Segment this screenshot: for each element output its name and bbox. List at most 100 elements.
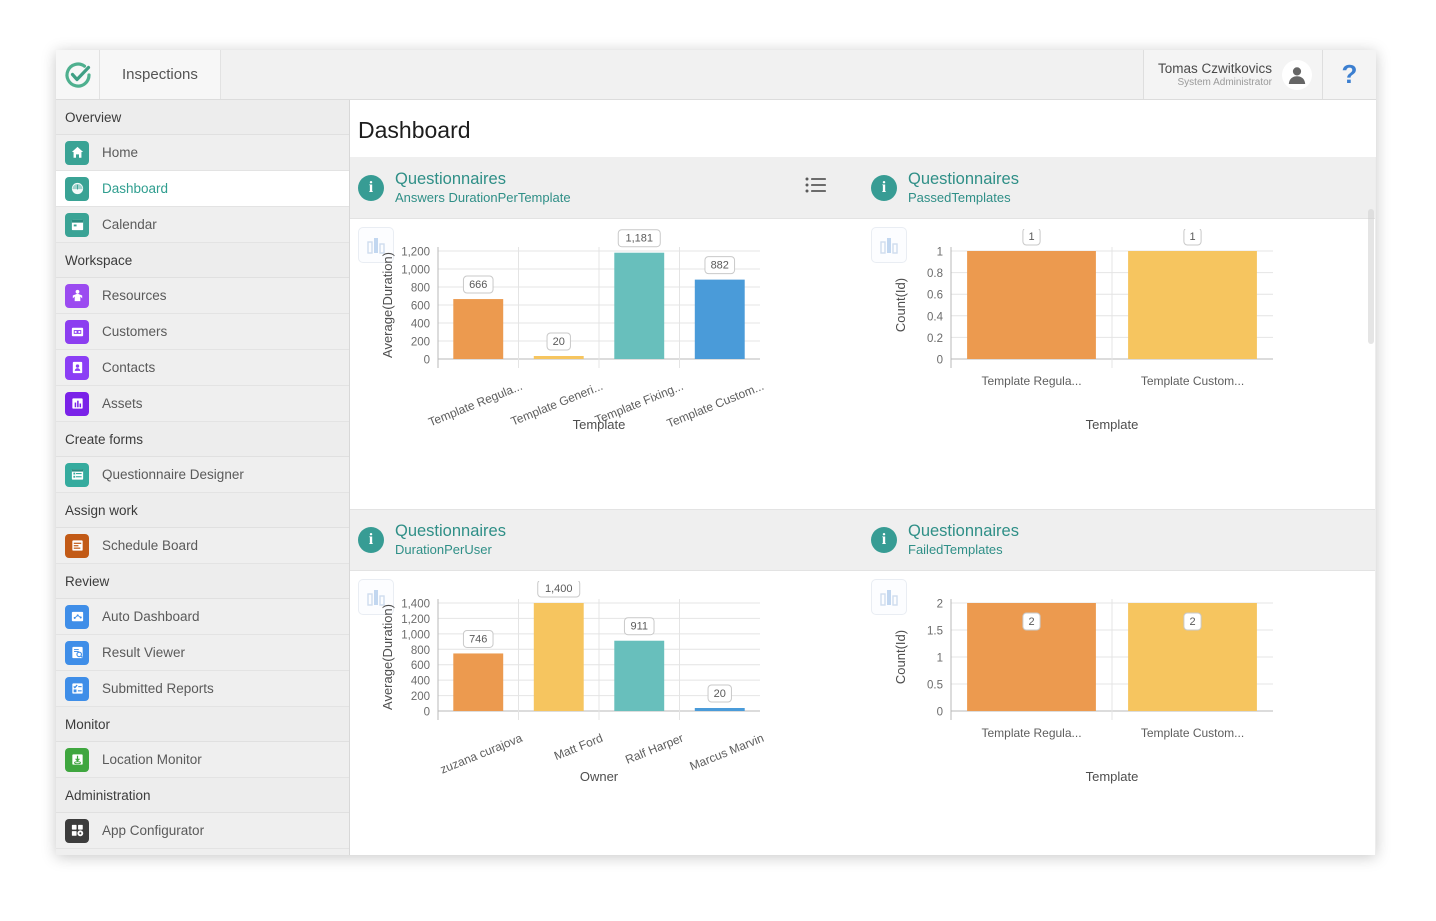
sidebar-item-location-monitor[interactable]: Location Monitor <box>56 742 349 778</box>
y-tick-label: 1,200 <box>401 247 430 259</box>
svg-text:2: 2 <box>1028 616 1034 628</box>
list-view-icon[interactable] <box>805 176 827 199</box>
y-axis-title: Count(Id) <box>893 630 908 684</box>
sidebar-item-calendar[interactable]: Calendar <box>56 207 349 243</box>
sidebar-item-customers[interactable]: Customers <box>56 314 349 350</box>
panel-title: Questionnaires <box>908 522 1019 541</box>
sidebar-item-dashboard[interactable]: Dashboard <box>56 171 349 207</box>
sidebar-item-label: Resources <box>102 288 167 303</box>
chart-svg-failed-templates: 0 0.5 1 1.5 2 2 Template Regula... 2 Template Cu… <box>893 599 1273 784</box>
person-icon <box>1288 66 1306 84</box>
svg-text:882: 882 <box>711 260 729 272</box>
bar[interactable] <box>694 708 745 711</box>
sidebar-item-assets[interactable]: Assets <box>56 386 349 422</box>
sidebar-item-resources[interactable]: Resources <box>56 278 349 314</box>
sidebar-item-label: Dashboard <box>102 181 169 196</box>
sidebar-item-submitted-reports[interactable]: Submitted Reports <box>56 671 349 707</box>
info-icon[interactable]: i <box>871 174 897 201</box>
bar[interactable] <box>967 251 1096 359</box>
vertical-scrollbar[interactable] <box>1368 209 1374 344</box>
sidebar-navigation[interactable]: Overview Home Dashboard Calendar Workspace Re… <box>56 100 350 855</box>
panel-header-answers-duration-per-template[interactable]: i Questionnaires Answers DurationPerTemp… <box>350 157 863 218</box>
sidebar-group-create-forms: Create forms <box>56 422 349 457</box>
bar-chart-duration-per-user[interactable]: 0 200 400 600 800 1,000 1,200 1,400 746 zuzana cu… <box>350 581 863 855</box>
help-button[interactable]: ? <box>1322 50 1376 99</box>
contacts-icon <box>65 355 89 380</box>
info-icon[interactable]: i <box>358 174 384 201</box>
data-label: 1,400 <box>537 581 581 598</box>
info-icon[interactable]: i <box>871 527 897 553</box>
bar[interactable] <box>694 279 745 359</box>
chart-cell-failed-templates: 0 0.5 1 1.5 2 2 Template Regula... 2 Template Cu… <box>863 571 1376 855</box>
y-tick-label: 600 <box>411 660 430 672</box>
y-tick-label: 0 <box>937 355 943 367</box>
panel-header-duration-per-user[interactable]: i Questionnaires DurationPerUser <box>350 510 863 570</box>
sidebar-group-workspace: Workspace <box>56 243 349 278</box>
panel-header-failed-templates[interactable]: i Questionnaires FailedTemplates <box>863 510 1376 570</box>
data-label: 666 <box>462 275 494 294</box>
sidebar-item-auto-dashboard[interactable]: Auto Dashboard <box>56 599 349 635</box>
sidebar-item-label: Assets <box>102 396 143 411</box>
customers-icon <box>65 319 89 344</box>
x-axis-title: Owner <box>580 769 619 784</box>
y-axis-title: Average(Duration) <box>380 604 395 710</box>
sidebar-item-result-viewer[interactable]: Result Viewer <box>56 635 349 671</box>
sidebar-item-schedule-board[interactable]: Schedule Board <box>56 528 349 564</box>
data-label: 882 <box>704 256 736 275</box>
bar[interactable] <box>533 356 584 359</box>
app-tab-inspections[interactable]: Inspections <box>100 50 221 99</box>
bar-chart-failed-templates[interactable]: 0 0.5 1 1.5 2 2 Template Regula... 2 Template Cu… <box>863 581 1376 855</box>
app-configurator-icon <box>65 818 89 843</box>
svg-text:20: 20 <box>714 688 726 700</box>
bar[interactable] <box>533 603 584 711</box>
info-icon[interactable]: i <box>358 527 384 553</box>
data-label: 746 <box>462 629 494 648</box>
y-tick-label: 0 <box>937 707 943 719</box>
y-axis-title: Average(Duration) <box>380 252 395 358</box>
y-tick-label: 1,000 <box>401 629 430 641</box>
bar[interactable] <box>453 653 504 711</box>
y-tick-label: 800 <box>411 645 430 657</box>
panel-subtitle: FailedTemplates <box>908 542 1003 558</box>
bar[interactable] <box>614 252 665 359</box>
panel-title-block: Questionnaires FailedTemplates <box>908 521 1019 559</box>
user-role: System Administrator <box>1177 76 1272 88</box>
y-tick-label: 0.8 <box>927 268 943 280</box>
bar[interactable] <box>614 640 665 711</box>
panel-title-block: Questionnaires DurationPerUser <box>395 521 506 559</box>
avatar[interactable] <box>1282 59 1312 90</box>
chart-cell-duration-per-user: 0 200 400 600 800 1,000 1,200 1,400 746 zuzana cu… <box>350 571 863 855</box>
resources-icon <box>65 283 89 308</box>
calendar-icon <box>65 212 89 237</box>
panel-title-block: Questionnaires PassedTemplates <box>908 169 1019 207</box>
sidebar-item-contacts[interactable]: Contacts <box>56 350 349 386</box>
page-title: Dashboard <box>358 117 471 143</box>
result-viewer-icon <box>65 640 89 665</box>
bar[interactable] <box>1128 251 1257 359</box>
user-menu[interactable]: Tomas Czwitkovics System Administrator <box>1142 50 1322 99</box>
sidebar-item-label: Schedule Board <box>102 538 199 553</box>
svg-text:666: 666 <box>469 279 487 291</box>
x-tick-label: Template Custom... <box>1141 726 1244 740</box>
sidebar-item-app-configurator[interactable]: App Configurator <box>56 813 349 849</box>
user-name: Tomas Czwitkovics <box>1157 60 1272 76</box>
bar-chart-answers-duration-per-template[interactable]: 0 200 400 600 800 1,000 1,200 666 Template Regul… <box>350 229 863 509</box>
y-tick-label: 600 <box>411 301 430 313</box>
x-tick-label: zuzana curajova <box>438 731 525 777</box>
sidebar-item-questionnaire-designer[interactable]: Questionnaire Designer <box>56 457 349 493</box>
bar-chart-passed-templates[interactable]: 0 0.2 0.4 0.6 0.8 1 1 Template Regula... 1 Templa… <box>863 229 1376 509</box>
x-tick-label: Template Regula... <box>426 379 524 429</box>
sidebar-group-overview: Overview <box>56 100 349 135</box>
panel-header-passed-templates[interactable]: i Questionnaires PassedTemplates <box>805 157 1376 218</box>
app-logo[interactable] <box>56 50 100 99</box>
x-axis-title: Template <box>1086 769 1139 784</box>
sidebar-item-label: Contacts <box>102 360 156 375</box>
panel-subtitle: DurationPerUser <box>395 542 492 558</box>
bar[interactable] <box>453 299 504 359</box>
x-tick-label: Matt Ford <box>552 731 605 763</box>
sidebar-item-label: Calendar <box>102 217 157 232</box>
sidebar-item-home[interactable]: Home <box>56 135 349 171</box>
data-label: 2 <box>1022 612 1041 631</box>
sidebar-group-assign-work: Assign work <box>56 493 349 528</box>
y-tick-label: 1,000 <box>401 265 430 277</box>
